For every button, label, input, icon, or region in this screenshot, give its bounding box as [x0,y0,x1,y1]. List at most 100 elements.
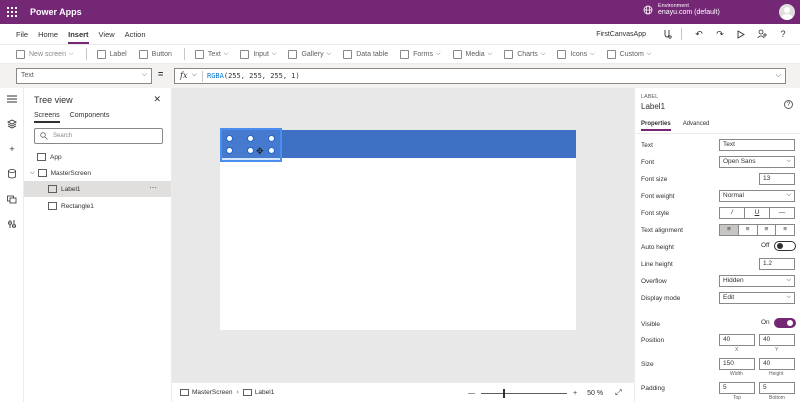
close-icon[interactable]: ✕ [153,94,161,105]
insert-data-table-button[interactable]: Data table [343,49,388,59]
resize-handle[interactable] [268,135,275,142]
prop-line-height-input[interactable]: 1.2 [759,258,795,270]
zoom-out-icon[interactable]: — [468,390,475,397]
resize-handle[interactable] [247,147,254,154]
tree-item-app[interactable]: App [24,149,171,165]
align-right-icon[interactable]: ≡ [758,225,777,235]
italic-button[interactable]: / [720,208,745,218]
prop-size-label: Size [641,361,654,368]
status-screen[interactable]: MasterScreen [180,389,232,396]
prop-text-alignment-group: ≡ ≡ ≡ ≡ [719,224,795,236]
undo-icon[interactable]: ↶ [692,27,706,41]
tree-search-input[interactable]: Search [34,128,163,144]
prop-display-mode-dropdown[interactable]: Edit ⌵ [719,292,795,304]
environment-name: enayu.com (default) [658,9,720,16]
prop-font-dropdown[interactable]: Open Sans ⌵ [719,156,795,168]
hamburger-icon[interactable] [7,94,17,104]
insert-media-dropdown[interactable]: Media ⌵ [452,49,492,59]
globe-icon [643,5,653,15]
chevron-down-icon: ⌵ [786,277,791,283]
insert-gallery-dropdown[interactable]: Gallery ⌵ [288,49,331,59]
app-launcher-icon[interactable] [0,0,24,24]
resize-handle[interactable] [268,147,275,154]
shapes-icon [48,202,57,210]
position-y-input[interactable]: 40 [759,334,795,346]
menu-view[interactable]: View [99,25,115,44]
prop-text-input[interactable]: Text [719,139,795,151]
label1-selection[interactable]: ✥ [220,128,282,162]
resize-handle[interactable] [226,147,233,154]
play-icon[interactable] [734,27,748,41]
zoom-in-icon[interactable]: + [573,390,577,397]
chevron-down-icon[interactable]: ⌵ [30,170,35,177]
position-x-input[interactable]: 40 [719,334,755,346]
help-icon[interactable]: ? [784,100,793,109]
resize-handle[interactable] [247,135,254,142]
tab-properties[interactable]: Properties [641,121,671,131]
menu-action[interactable]: Action [125,25,146,44]
tab-components[interactable]: Components [70,112,110,123]
formula-input[interactable]: fx ⌵ RGBA(255, 255, 255, 1) ⌵ [174,68,786,84]
media-library-icon[interactable] [7,194,17,204]
function-icon[interactable]: fx [180,71,187,80]
tree-view-icon[interactable] [7,119,17,129]
align-left-icon[interactable]: ≡ [720,225,739,235]
resize-handle[interactable] [226,135,233,142]
insert-charts-dropdown[interactable]: Charts ⌵ [504,49,545,59]
chevron-down-icon[interactable]: ⌵ [192,72,197,79]
insert-button-button[interactable]: Button [138,49,172,59]
prop-font-size-input[interactable]: 13 [759,173,795,185]
insert-label-button[interactable]: Label [96,49,127,59]
size-height-input[interactable]: 40 [759,358,795,370]
insert-plus-icon[interactable]: + [7,144,17,154]
zoom-slider-thumb[interactable] [503,388,505,398]
zoom-control: — + 50 % ⤢ [468,388,621,398]
avatar[interactable] [779,4,795,20]
environment-picker[interactable]: Environment enayu.com (default) [643,3,720,16]
master-screen[interactable]: ✥ [220,128,576,330]
more-options-icon[interactable]: ··· [149,183,157,192]
size-width-input[interactable]: 150 [719,358,755,370]
menu-bar: File Home Insert View Action FirstCanvas… [0,24,800,44]
status-control[interactable]: Label1 [242,389,274,396]
property-dropdown[interactable]: Text ⌵ [16,68,152,84]
app-checker-icon[interactable] [660,27,674,41]
tree-item-masterscreen[interactable]: ⌵ MasterScreen [24,165,171,181]
advanced-tools-icon[interactable] [7,219,17,229]
align-center-icon[interactable]: ≡ [739,225,758,235]
insert-text-dropdown[interactable]: Text ⌵ [194,49,228,59]
padding-bottom-input[interactable]: 5 [759,382,795,394]
insert-input-dropdown[interactable]: Input ⌵ [240,49,276,59]
insert-forms-dropdown[interactable]: Forms ⌵ [400,49,441,59]
underline-button[interactable]: U [745,208,770,218]
prop-font-weight-dropdown[interactable]: Normal ⌵ [719,190,795,202]
title-bar: Power Apps Environment enayu.com (defaul… [0,0,800,24]
label-edit-icon [48,185,57,193]
menu-insert[interactable]: Insert [68,25,89,44]
help-icon[interactable]: ? [776,27,790,41]
new-screen-button[interactable]: New screen ⌵ [16,49,74,59]
tab-advanced[interactable]: Advanced [683,121,710,131]
share-user-icon[interactable] [755,27,769,41]
zoom-slider[interactable] [481,388,567,398]
visible-toggle[interactable] [774,318,796,328]
auto-height-toggle[interactable] [774,241,796,251]
align-justify-icon[interactable]: ≡ [776,225,794,235]
control-type: LABEL [641,94,659,100]
padding-top-input[interactable]: 5 [719,382,755,394]
strikethrough-button[interactable]: — [770,208,794,218]
redo-icon[interactable]: ↷ [713,27,727,41]
tree-item-label1[interactable]: Label1 ··· [24,181,171,197]
insert-icons-dropdown[interactable]: Icons ⌵ [557,49,595,59]
gallery-icon [288,49,298,59]
menu-file[interactable]: File [16,25,28,44]
menu-home[interactable]: Home [38,25,58,44]
expand-formula-icon[interactable]: ⌵ [776,72,781,80]
data-icon[interactable] [7,169,17,179]
insert-custom-dropdown[interactable]: Custom ⌵ [606,49,651,59]
tree-item-rectangle1[interactable]: Rectangle1 [24,198,171,214]
canvas-area[interactable]: ✥ [172,88,634,382]
fit-to-window-icon[interactable]: ⤢ [615,388,621,398]
tab-screens[interactable]: Screens [34,112,60,123]
prop-overflow-dropdown[interactable]: Hidden ⌵ [719,275,795,287]
